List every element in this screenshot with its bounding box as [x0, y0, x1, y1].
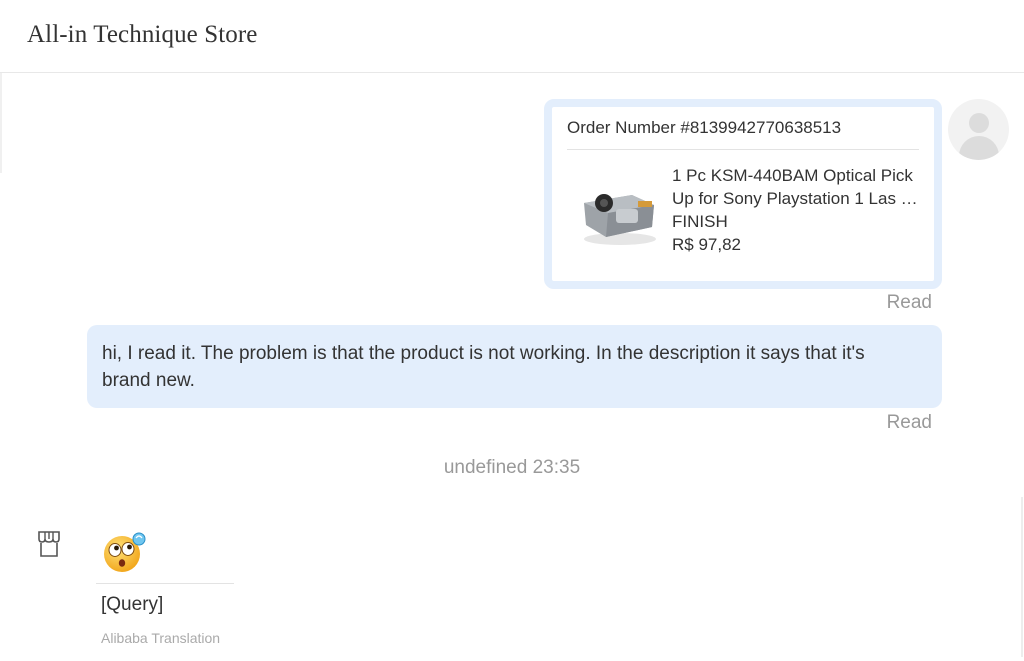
order-status: FINISH [672, 212, 728, 231]
order-number: Order Number #8139942770638513 [567, 118, 842, 137]
avatar-head [969, 113, 989, 133]
avatar-shoulders [959, 136, 999, 160]
read-receipt: Read [886, 412, 932, 433]
chat-header: All-in Technique Store [0, 0, 1024, 73]
order-price: R$ 97,82 [672, 235, 741, 254]
user-avatar [948, 99, 1009, 160]
product-thumbnail[interactable] [576, 179, 662, 251]
left-edge-shadow [0, 73, 2, 173]
store-icon [38, 531, 60, 557]
message-bubble: hi, I read it. The problem is that the p… [87, 325, 942, 408]
order-divider [567, 149, 919, 150]
reply-message: [Query] [101, 594, 164, 615]
read-receipt: Read [886, 292, 932, 313]
reply-divider [96, 583, 234, 584]
translation-note: Alibaba Translation [101, 630, 221, 646]
store-name[interactable]: All-in Technique Store [27, 21, 258, 49]
confused-face-emoji-icon [104, 532, 146, 572]
product-title[interactable]: 1 Pc KSM-440BAM Optical Pick Up for Sony… [672, 164, 924, 210]
timestamp: undefined 23:35 [443, 457, 581, 478]
scrollbar-track[interactable] [1021, 497, 1023, 657]
order-card[interactable]: Order Number #8139942770638513 1 Pc KSM-… [544, 99, 942, 289]
